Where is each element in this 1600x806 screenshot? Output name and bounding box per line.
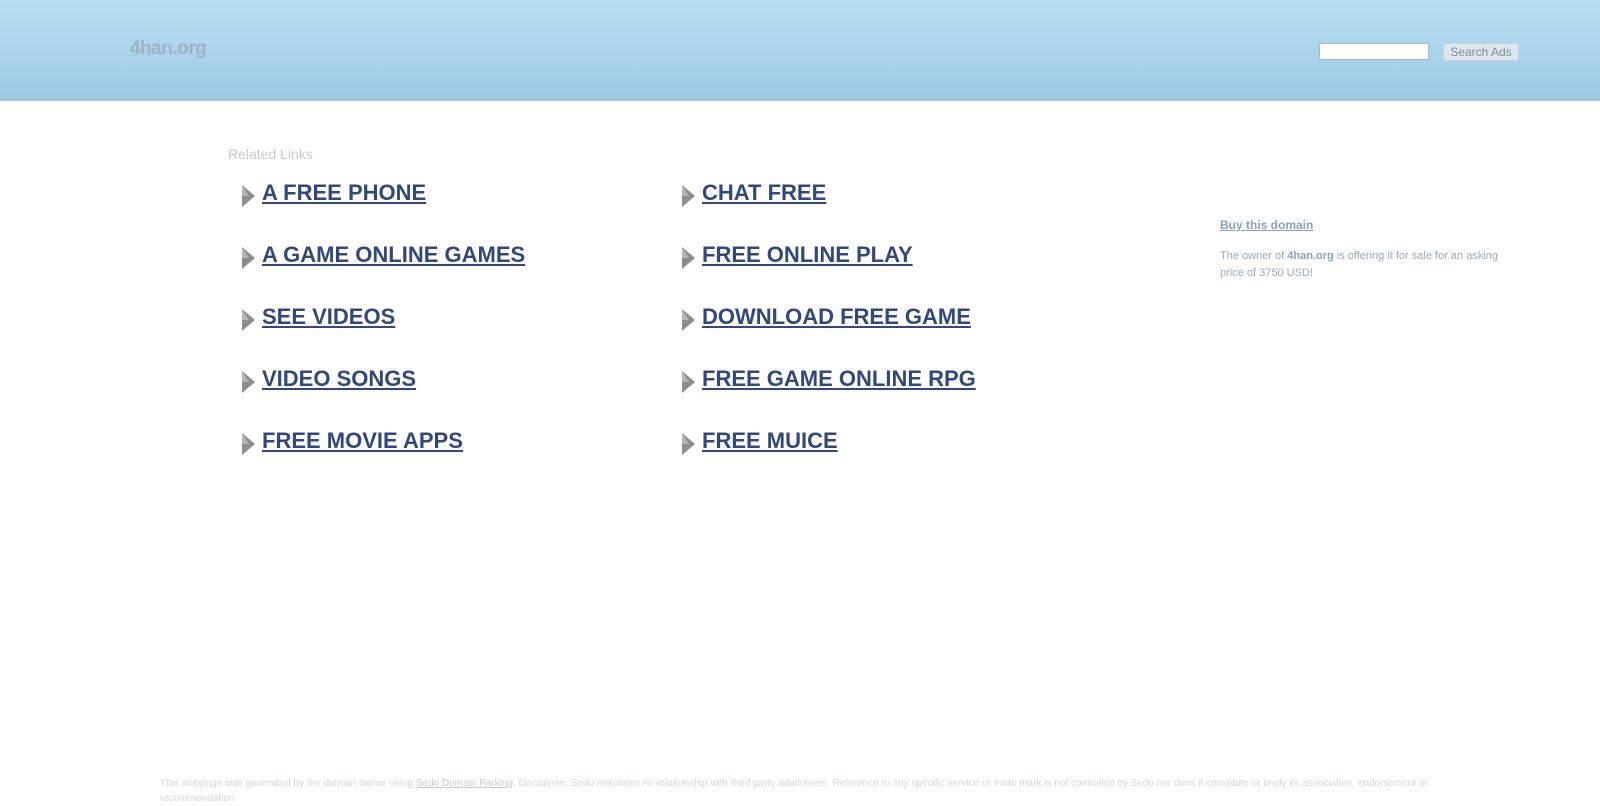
related-link[interactable]: FREE MUICE: [680, 423, 1100, 485]
domain-sale-notice: The owner of 4han.org is offering it for…: [1220, 248, 1510, 282]
related-link-label[interactable]: FREE MOVIE APPS: [262, 428, 463, 454]
domain-sale-sidebar: Buy this domain The owner of 4han.org is…: [1220, 216, 1510, 282]
arrow-icon: [682, 371, 695, 393]
related-link-label[interactable]: A FREE PHONE: [262, 180, 426, 206]
footer-prefix: This webpage was generated by the domain…: [160, 778, 416, 789]
arrow-icon: [242, 247, 255, 269]
related-link-label[interactable]: FREE ONLINE PLAY: [702, 242, 913, 268]
owner-prefix: The owner of: [1220, 250, 1288, 262]
related-link[interactable]: SEE VIDEOS: [240, 299, 660, 361]
related-link[interactable]: VIDEO SONGS: [240, 361, 660, 423]
sedo-parking-link[interactable]: Sedo Domain Parking: [416, 778, 513, 789]
related-link[interactable]: FREE ONLINE PLAY: [680, 237, 1100, 299]
header-bar: 4han.org Search Ads: [0, 0, 1600, 101]
related-link-label[interactable]: FREE GAME ONLINE RPG: [702, 366, 976, 392]
arrow-icon: [242, 433, 255, 455]
related-link[interactable]: A GAME ONLINE GAMES: [240, 237, 660, 299]
related-link-label[interactable]: A GAME ONLINE GAMES: [262, 242, 525, 268]
arrow-icon: [682, 309, 695, 331]
arrow-icon: [242, 185, 255, 207]
related-link[interactable]: A FREE PHONE: [240, 175, 660, 237]
related-link[interactable]: DOWNLOAD FREE GAME: [680, 299, 1100, 361]
related-link-label[interactable]: DOWNLOAD FREE GAME: [702, 304, 971, 330]
site-title[interactable]: 4han.org: [130, 38, 207, 60]
related-link[interactable]: FREE GAME ONLINE RPG: [680, 361, 1100, 423]
search-input[interactable]: [1319, 43, 1429, 60]
search-ads-button[interactable]: Search Ads: [1443, 43, 1519, 61]
related-links-heading: Related Links: [228, 146, 313, 162]
arrow-icon: [242, 371, 255, 393]
arrow-icon: [682, 433, 695, 455]
related-link[interactable]: CHAT FREE: [680, 175, 1100, 237]
related-link-label[interactable]: CHAT FREE: [702, 180, 826, 206]
arrow-icon: [682, 247, 695, 269]
related-link-label[interactable]: VIDEO SONGS: [262, 366, 416, 392]
related-links-left-column: A FREE PHONE A GAME ONLINE GAMES SEE VID…: [240, 175, 660, 485]
related-link[interactable]: FREE MOVIE APPS: [240, 423, 660, 485]
related-link-label[interactable]: SEE VIDEOS: [262, 304, 395, 330]
related-link-label[interactable]: FREE MUICE: [702, 428, 838, 454]
owner-domain: 4han.org: [1287, 250, 1334, 262]
related-links-right-column: CHAT FREE FREE ONLINE PLAY DOWNLOAD FREE…: [680, 175, 1100, 485]
arrow-icon: [682, 185, 695, 207]
buy-domain-link[interactable]: Buy this domain: [1220, 218, 1313, 232]
footer-disclaimer: This webpage was generated by the domain…: [160, 776, 1450, 806]
arrow-icon: [242, 309, 255, 331]
